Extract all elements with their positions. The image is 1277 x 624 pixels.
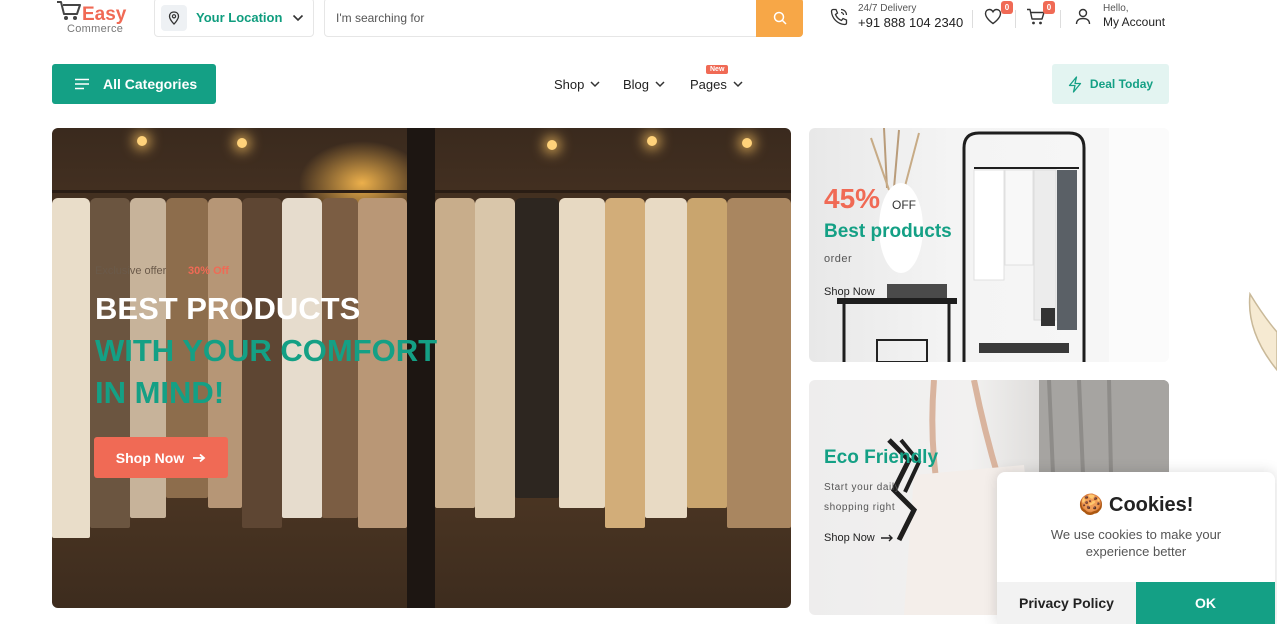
lightning-icon bbox=[1068, 75, 1082, 93]
hero-heading-line1: BEST PRODUCTS bbox=[95, 291, 361, 326]
nav-item-blog[interactable]: Blog bbox=[623, 77, 665, 92]
search-bar bbox=[324, 0, 803, 37]
search-button[interactable] bbox=[756, 0, 803, 37]
decorative-leaf-icon bbox=[1248, 292, 1277, 372]
chevron-down-icon bbox=[655, 81, 665, 88]
delivery-info: 24/7 Delivery +91 888 104 2340 bbox=[830, 3, 963, 31]
location-label: Your Location bbox=[196, 10, 283, 25]
delivery-phone[interactable]: +91 888 104 2340 bbox=[858, 15, 963, 31]
promo-card-best-products[interactable]: 45% OFF Best products order Shop Now bbox=[809, 128, 1169, 362]
garment bbox=[515, 198, 559, 498]
chevron-down-icon bbox=[590, 81, 600, 88]
all-categories-button[interactable]: All Categories bbox=[52, 64, 216, 104]
user-icon bbox=[1075, 8, 1091, 24]
promo1-off: OFF bbox=[892, 198, 916, 212]
chevron-down-icon bbox=[733, 81, 743, 88]
header-divider bbox=[1015, 10, 1016, 28]
light-bulb bbox=[237, 138, 247, 148]
cart-logo-icon bbox=[57, 1, 81, 20]
cart-count-badge: 0 bbox=[1043, 1, 1055, 14]
privacy-policy-button[interactable]: Privacy Policy bbox=[997, 582, 1136, 624]
wishlist-count-badge: 0 bbox=[1001, 1, 1013, 14]
hero-heading-line2: WITH YOUR COMFORT bbox=[95, 333, 438, 368]
light-bulb bbox=[137, 136, 147, 146]
promo2-subtitle: Start your daily shopping right bbox=[824, 482, 901, 513]
garment bbox=[605, 198, 645, 528]
garment bbox=[645, 198, 687, 518]
logo[interactable]: Easy Commerce bbox=[56, 0, 136, 36]
account-greeting: Hello, bbox=[1103, 3, 1129, 14]
account-menu[interactable]: Hello, My Account bbox=[1075, 3, 1165, 29]
promo2-shop-now-link[interactable]: Shop Now bbox=[824, 532, 894, 544]
search-input[interactable] bbox=[325, 0, 756, 36]
promo2-title: Eco Friendly bbox=[824, 447, 939, 468]
nav-item-label: Blog bbox=[623, 77, 650, 92]
promo1-title: Best products bbox=[824, 221, 952, 242]
hero-heading-line3: IN MIND! bbox=[95, 375, 225, 410]
light-bulb bbox=[647, 136, 657, 146]
nav-item-shop[interactable]: Shop bbox=[554, 77, 600, 92]
garment bbox=[52, 198, 90, 538]
chevron-down-icon bbox=[292, 14, 304, 22]
light-bulb bbox=[742, 138, 752, 148]
wishlist-button[interactable]: 0 bbox=[984, 1, 1013, 28]
promo1-shop-now-link[interactable]: Shop Now bbox=[824, 286, 875, 298]
promo1-subtitle: order bbox=[824, 253, 853, 265]
cookie-message: We use cookies to make your experience b… bbox=[1050, 527, 1222, 559]
arrow-right-icon bbox=[193, 453, 206, 462]
hero-shop-now-button[interactable]: Shop Now bbox=[94, 437, 228, 478]
nav-item-pages[interactable]: Pages bbox=[690, 77, 743, 92]
new-badge: New bbox=[706, 65, 729, 74]
cart-button[interactable]: 0 bbox=[1026, 1, 1055, 28]
account-label: My Account bbox=[1103, 15, 1166, 29]
promo2-shop-now-label: Shop Now bbox=[824, 532, 875, 544]
nav-item-label: Shop bbox=[554, 77, 585, 92]
location-selector[interactable]: Your Location bbox=[154, 0, 314, 37]
all-categories-label: All Categories bbox=[103, 76, 198, 92]
cookie-popup: 🍪 Cookies! We use cookies to make your e… bbox=[997, 472, 1275, 624]
header-divider bbox=[1060, 10, 1061, 28]
arrow-right-icon bbox=[880, 534, 893, 542]
phone-icon bbox=[830, 8, 848, 25]
search-icon bbox=[773, 11, 787, 25]
hero-discount: 30% Off bbox=[188, 265, 229, 277]
hero-heading: BEST PRODUCTS WITH YOUR COMFORT IN MIND! bbox=[95, 288, 437, 414]
garment bbox=[475, 198, 515, 518]
delivery-label: 24/7 Delivery bbox=[858, 3, 917, 14]
header-divider bbox=[972, 10, 973, 28]
logo-sub-text: Commerce bbox=[67, 23, 124, 35]
garment bbox=[727, 198, 791, 528]
heart-icon bbox=[984, 8, 1002, 25]
garment bbox=[687, 198, 727, 508]
promo-background-image bbox=[837, 128, 1169, 362]
promo1-percent: 45% bbox=[824, 183, 881, 214]
deal-today-button[interactable]: Deal Today bbox=[1052, 64, 1169, 104]
cookie-ok-button[interactable]: OK bbox=[1136, 582, 1275, 624]
garment bbox=[559, 198, 605, 508]
menu-icon bbox=[75, 78, 89, 90]
cookie-title: 🍪 Cookies! bbox=[997, 492, 1275, 517]
hero-tag: Exclusive offer bbox=[95, 265, 167, 277]
light-bulb bbox=[547, 140, 557, 150]
garment bbox=[435, 198, 475, 508]
hero-shop-now-label: Shop Now bbox=[115, 449, 185, 466]
nav-item-label: Pages bbox=[690, 77, 727, 92]
deal-today-label: Deal Today bbox=[1089, 77, 1154, 91]
hero-banner: Exclusive offer 30% Off BEST PRODUCTS WI… bbox=[52, 128, 791, 608]
cookie-title-text: Cookies! bbox=[1109, 494, 1194, 516]
location-pin-icon bbox=[161, 4, 187, 31]
cookie-emoji-icon: 🍪 bbox=[1078, 494, 1104, 516]
